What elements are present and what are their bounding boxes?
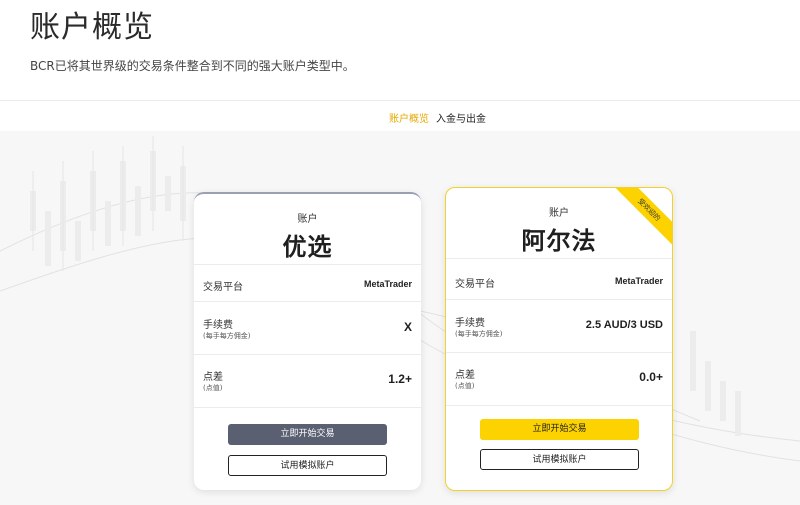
spread-value: 0.0+ [639,370,663,384]
start-trading-button[interactable]: 立即开始交易 [228,424,387,445]
card-kicker: 账户 [297,214,318,225]
page-subtitle: BCR已将其世界级的交易条件整合到不同的强大账户类型中。 [30,59,355,73]
platform-value: MetaTrader [614,276,663,286]
tab-bar: 账户概览 入金与出金 [0,100,800,132]
commission-label: 手续费 [203,320,233,331]
row-commission: 手续费 (每手每方佣金) X [194,302,421,355]
card-header: 账户 优选 [194,194,421,265]
account-card-premium: 账户 优选 交易平台 MetaTrader 手续费 (每手每方佣金) X 点差 … [194,192,421,490]
row-platform: 交易平台 MetaTrader [194,265,421,302]
try-demo-button[interactable]: 试用模拟账户 [228,455,387,476]
commission-sublabel: (每手每方佣金) [455,330,503,338]
spread-sublabel: (点值) [203,384,223,392]
account-name: 优选 [282,233,333,261]
commission-value: 2.5 AUD/3 USD [585,319,663,331]
row-platform: 交易平台 MetaTrader [446,259,672,300]
account-name: 阿尔法 [521,227,597,255]
row-commission: 手续费 (每手每方佣金) 2.5 AUD/3 USD [446,300,672,353]
commission-label: 手续费 [455,318,485,329]
platform-label: 交易平台 [455,279,495,290]
platform-label: 交易平台 [203,282,243,293]
commission-value: X [403,320,412,334]
tab-deposit-withdrawal[interactable]: 入金与出金 [436,110,486,125]
spread-sublabel: (点值) [455,382,475,390]
row-spread: 点差 (点值) 1.2+ [194,355,421,408]
platform-value: MetaTrader [363,279,412,289]
spread-label: 点差 [203,372,223,383]
start-trading-button[interactable]: 立即开始交易 [480,419,639,440]
account-card-alpha: 受欢迎的 账户 阿尔法 交易平台 MetaTrader 手续费 (每手每方佣金)… [445,187,673,491]
spread-label: 点差 [455,370,475,381]
tab-account-overview[interactable]: 账户概览 [389,110,429,125]
page-title: 账户概览 [30,10,154,45]
commission-sublabel: (每手每方佣金) [203,332,251,340]
spread-value: 1.2+ [388,372,412,386]
row-spread: 点差 (点值) 0.0+ [446,353,672,406]
try-demo-button[interactable]: 试用模拟账户 [480,449,639,470]
